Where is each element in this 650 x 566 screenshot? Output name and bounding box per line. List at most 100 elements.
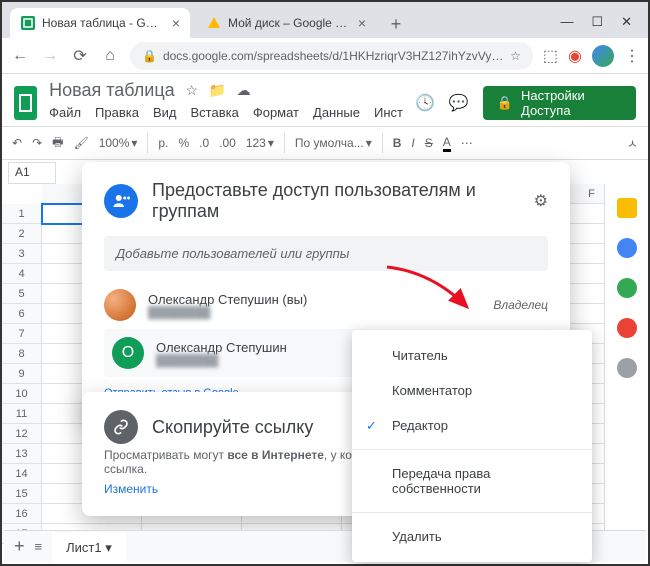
increase-decimal-button[interactable]: .00 xyxy=(219,136,236,150)
close-icon[interactable]: × xyxy=(172,15,180,31)
menu-tools[interactable]: Инст xyxy=(374,105,403,120)
row-header[interactable]: 8 xyxy=(2,344,42,364)
move-icon[interactable]: 📁 xyxy=(209,82,227,99)
person-row-owner: Олександр Степушин (вы) ████████ Владеле… xyxy=(104,281,548,329)
collapse-toolbar-icon[interactable]: ㅅ xyxy=(627,135,638,152)
forward-icon[interactable]: → xyxy=(40,47,60,65)
row-header[interactable]: 2 xyxy=(2,224,42,244)
add-people-input[interactable]: Добавьте пользователей или группы xyxy=(104,236,548,271)
change-link[interactable]: Изменить xyxy=(104,482,158,496)
add-sheet-button[interactable]: + xyxy=(14,536,25,557)
browser-titlebar: Новая таблица - Google Табли × Мой диск … xyxy=(2,2,648,38)
sheets-header: Новая таблица ☆ 📁 ☁ Файл Правка Вид Вста… xyxy=(2,74,648,126)
text-color-button[interactable]: A xyxy=(443,135,451,152)
sheet-tab[interactable]: Лист1 ▾ xyxy=(52,532,126,562)
dropdown-item-viewer[interactable]: Читатель xyxy=(352,338,592,373)
row-header[interactable]: 3 xyxy=(2,244,42,264)
menu-format[interactable]: Формат xyxy=(253,105,299,120)
menu-icon[interactable]: ⋮ xyxy=(624,46,640,66)
document-title[interactable]: Новая таблица xyxy=(49,80,175,101)
extension-icon[interactable]: ⬚ xyxy=(543,46,558,66)
reload-icon[interactable]: ⟳ xyxy=(70,46,90,66)
close-window-icon[interactable]: ✕ xyxy=(621,14,632,30)
row-header[interactable]: 14 xyxy=(2,464,42,484)
url-input[interactable]: 🔒 docs.google.com/spreadsheets/d/1HKHzri… xyxy=(130,42,533,70)
row-header[interactable]: 4 xyxy=(2,264,42,284)
strike-button[interactable]: S xyxy=(425,136,433,150)
zoom-select[interactable]: 100% ▾ xyxy=(99,136,138,150)
link-icon xyxy=(104,410,138,444)
menu-data[interactable]: Данные xyxy=(313,105,360,120)
maps-icon[interactable] xyxy=(617,358,637,378)
row-header[interactable]: 10 xyxy=(2,384,42,404)
tasks-icon[interactable] xyxy=(617,278,637,298)
keep-icon[interactable] xyxy=(617,238,637,258)
lock-icon: 🔒 xyxy=(497,95,513,111)
contacts-icon[interactable] xyxy=(617,318,637,338)
menu-view[interactable]: Вид xyxy=(153,105,177,120)
dropdown-item-editor[interactable]: Редактор xyxy=(352,408,592,443)
avatar: О xyxy=(112,337,144,369)
undo-icon[interactable]: ↶ xyxy=(12,136,22,150)
avatar xyxy=(104,289,136,321)
print-icon[interactable]: 🖶 xyxy=(52,133,63,154)
row-header[interactable]: 6 xyxy=(2,304,42,324)
dropdown-item-commenter[interactable]: Комментатор xyxy=(352,373,592,408)
menu-bar: Файл Правка Вид Вставка Формат Данные Ин… xyxy=(49,101,415,126)
dropdown-item-transfer[interactable]: Передача права собственности xyxy=(352,456,592,506)
close-icon[interactable]: × xyxy=(358,15,366,31)
row-header[interactable]: 7 xyxy=(2,324,42,344)
menu-edit[interactable]: Правка xyxy=(95,105,139,120)
name-box[interactable]: A1 xyxy=(8,162,56,184)
browser-tab[interactable]: Мой диск – Google Диск × xyxy=(196,8,376,38)
menu-file[interactable]: Файл xyxy=(49,105,81,120)
row-header[interactable]: 16 xyxy=(2,504,42,524)
person-name: Олександр Степушин (вы) xyxy=(148,292,481,307)
currency-button[interactable]: р. xyxy=(158,136,168,150)
people-icon xyxy=(104,184,138,218)
star-icon[interactable]: ☆ xyxy=(183,82,201,99)
number-format-select[interactable]: 123 ▾ xyxy=(246,136,274,150)
home-icon[interactable]: ⌂ xyxy=(100,47,120,65)
row-header[interactable]: 13 xyxy=(2,444,42,464)
gear-icon[interactable]: ⚙ xyxy=(534,191,548,211)
menu-insert[interactable]: Вставка xyxy=(191,105,239,120)
dropdown-item-remove[interactable]: Удалить xyxy=(352,519,592,554)
italic-button[interactable]: I xyxy=(411,136,414,150)
role-owner-label: Владелец xyxy=(493,298,548,312)
drive-favicon xyxy=(206,15,222,31)
row-header[interactable]: 1 xyxy=(2,204,42,224)
address-bar: ← → ⟳ ⌂ 🔒 docs.google.com/spreadsheets/d… xyxy=(2,38,648,74)
row-header[interactable]: 12 xyxy=(2,424,42,444)
share-button[interactable]: 🔒 Настройки Доступа xyxy=(483,86,636,120)
calendar-icon[interactable] xyxy=(617,198,637,218)
bold-button[interactable]: B xyxy=(393,136,402,150)
new-tab-button[interactable]: + xyxy=(382,10,410,38)
paint-format-icon[interactable]: 🖌 xyxy=(73,136,88,150)
star-icon[interactable]: ☆ xyxy=(510,49,521,63)
role-dropdown: Читатель Комментатор Редактор Передача п… xyxy=(352,330,592,562)
percent-button[interactable]: % xyxy=(178,136,189,150)
window-controls: — ☐ ✕ xyxy=(560,14,640,38)
extension-icon[interactable]: ◉ xyxy=(568,46,582,66)
maximize-icon[interactable]: ☐ xyxy=(591,14,603,30)
font-select[interactable]: По умолча... ▾ xyxy=(295,136,372,150)
more-toolbar-icon[interactable]: ⋯ xyxy=(461,136,473,150)
comment-icon[interactable]: 💬 xyxy=(449,93,469,113)
browser-tab-active[interactable]: Новая таблица - Google Табли × xyxy=(10,8,190,38)
back-icon[interactable]: ← xyxy=(10,47,30,65)
person-email: ████████ xyxy=(148,307,481,319)
row-header[interactable]: 5 xyxy=(2,284,42,304)
history-icon[interactable]: 🕓 xyxy=(415,93,435,113)
toolbar: ↶ ↷ 🖶 🖌 100% ▾ р. % .0 .00 123 ▾ По умол… xyxy=(2,126,648,160)
cloud-icon[interactable]: ☁ xyxy=(235,82,253,99)
row-header[interactable]: 11 xyxy=(2,404,42,424)
minimize-icon[interactable]: — xyxy=(560,14,573,30)
row-header[interactable]: 15 xyxy=(2,484,42,504)
decrease-decimal-button[interactable]: .0 xyxy=(199,136,209,150)
sheets-logo-icon[interactable] xyxy=(14,86,37,120)
all-sheets-button[interactable]: ≡ xyxy=(35,539,43,554)
redo-icon[interactable]: ↷ xyxy=(32,136,42,150)
row-header[interactable]: 9 xyxy=(2,364,42,384)
profile-avatar[interactable] xyxy=(592,45,614,67)
